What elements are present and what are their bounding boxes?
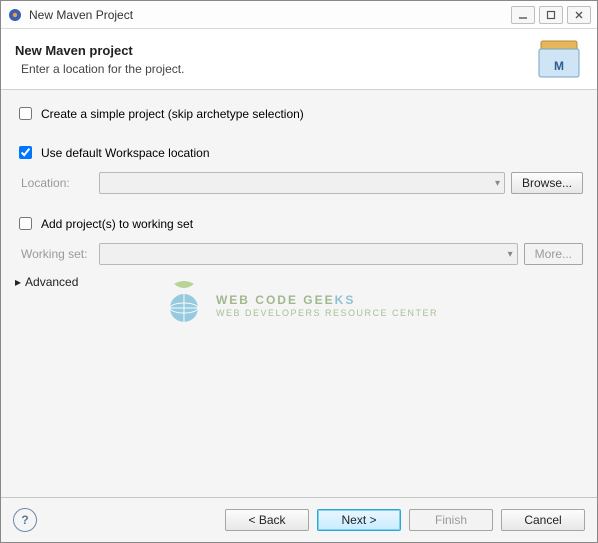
chevron-down-icon: ▾ bbox=[495, 178, 500, 189]
button-bar: ? < Back Next > Finish Cancel bbox=[1, 497, 597, 542]
simple-project-label: Create a simple project (skip archetype … bbox=[41, 107, 304, 121]
working-set-row: Working set: ▾ More... bbox=[15, 243, 583, 265]
dialog-window: New Maven Project New Maven project Ente… bbox=[0, 0, 598, 543]
cancel-button[interactable]: Cancel bbox=[501, 509, 585, 531]
simple-project-checkbox[interactable] bbox=[19, 107, 32, 120]
working-set-combo: ▾ bbox=[99, 243, 518, 265]
window-title: New Maven Project bbox=[29, 8, 511, 22]
chevron-right-icon: ▸ bbox=[15, 275, 21, 289]
back-button[interactable]: < Back bbox=[225, 509, 309, 531]
minimize-button[interactable] bbox=[511, 6, 535, 24]
default-workspace-row: Use default Workspace location bbox=[15, 143, 583, 162]
help-icon[interactable]: ? bbox=[13, 508, 37, 532]
chevron-down-icon: ▾ bbox=[508, 249, 513, 260]
svg-text:M: M bbox=[554, 59, 564, 73]
default-workspace-label: Use default Workspace location bbox=[41, 146, 210, 160]
window-controls bbox=[511, 6, 591, 24]
location-combo: ▾ bbox=[99, 172, 505, 194]
close-button[interactable] bbox=[567, 6, 591, 24]
location-label: Location: bbox=[21, 176, 93, 190]
simple-project-row: Create a simple project (skip archetype … bbox=[15, 104, 583, 123]
app-icon bbox=[7, 7, 23, 23]
page-title: New Maven project bbox=[15, 43, 535, 58]
advanced-toggle[interactable]: ▸ Advanced bbox=[15, 275, 583, 289]
maven-icon: M bbox=[535, 39, 583, 79]
title-bar: New Maven Project bbox=[1, 1, 597, 29]
next-button[interactable]: Next > bbox=[317, 509, 401, 531]
more-button[interactable]: More... bbox=[524, 243, 583, 265]
working-set-checkbox-row: Add project(s) to working set bbox=[15, 214, 583, 233]
location-row: Location: ▾ Browse... bbox=[15, 172, 583, 194]
working-set-label: Working set: bbox=[21, 247, 93, 261]
working-set-checkbox[interactable] bbox=[19, 217, 32, 230]
page-subtitle: Enter a location for the project. bbox=[15, 62, 535, 76]
maximize-button[interactable] bbox=[539, 6, 563, 24]
advanced-label: Advanced bbox=[25, 275, 78, 289]
browse-button[interactable]: Browse... bbox=[511, 172, 583, 194]
content-area: Create a simple project (skip archetype … bbox=[1, 90, 597, 497]
wizard-header: New Maven project Enter a location for t… bbox=[1, 29, 597, 90]
default-workspace-checkbox[interactable] bbox=[19, 146, 32, 159]
working-set-checkbox-label: Add project(s) to working set bbox=[41, 217, 193, 231]
finish-button[interactable]: Finish bbox=[409, 509, 493, 531]
